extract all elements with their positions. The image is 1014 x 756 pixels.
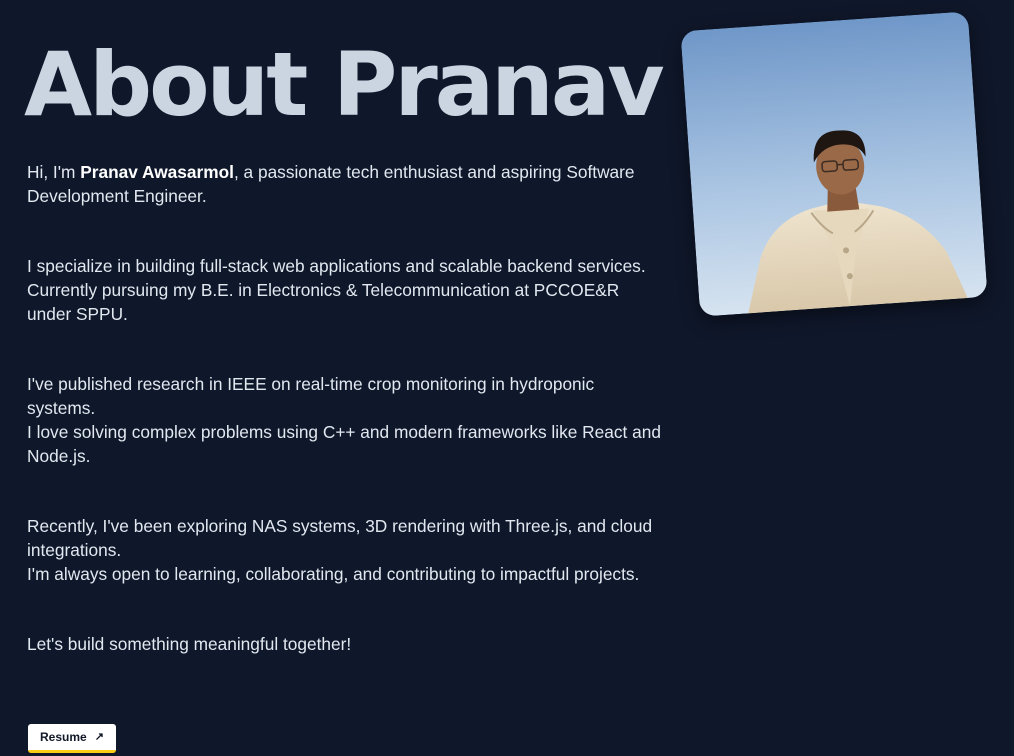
page-title: About Pranav bbox=[24, 33, 665, 136]
skills-line: I specialize in building full-stack web … bbox=[27, 256, 646, 276]
intro-paragraph: Hi, I'm Pranav Awasarmol, a passionate t… bbox=[27, 160, 667, 208]
skills-paragraph: I specialize in building full-stack web … bbox=[27, 254, 667, 326]
research-paragraph: I've published research in IEEE on real-… bbox=[27, 372, 667, 468]
education-line: Currently pursuing my B.E. in Electronic… bbox=[27, 280, 620, 324]
closing-line: Let's build something meaningful togethe… bbox=[27, 634, 352, 654]
profile-photo-image bbox=[680, 11, 988, 317]
about-bio: Hi, I'm Pranav Awasarmol, a passionate t… bbox=[27, 160, 667, 656]
author-name: Pranav Awasarmol bbox=[80, 162, 234, 182]
exploring-paragraph: Recently, I've been exploring NAS system… bbox=[27, 514, 667, 586]
resume-button-label: Resume bbox=[40, 730, 87, 744]
intro-prefix: Hi, I'm bbox=[27, 162, 81, 182]
arrow-up-right-icon: ↗ bbox=[94, 730, 104, 743]
problem-solving-line: I love solving complex problems using C+… bbox=[27, 422, 661, 466]
research-line: I've published research in IEEE on real-… bbox=[27, 374, 595, 418]
profile-photo bbox=[680, 11, 988, 317]
learning-line: I'm always open to learning, collaborati… bbox=[27, 564, 640, 584]
resume-button[interactable]: Resume ↗ bbox=[28, 724, 116, 753]
exploring-line: Recently, I've been exploring NAS system… bbox=[27, 516, 653, 560]
